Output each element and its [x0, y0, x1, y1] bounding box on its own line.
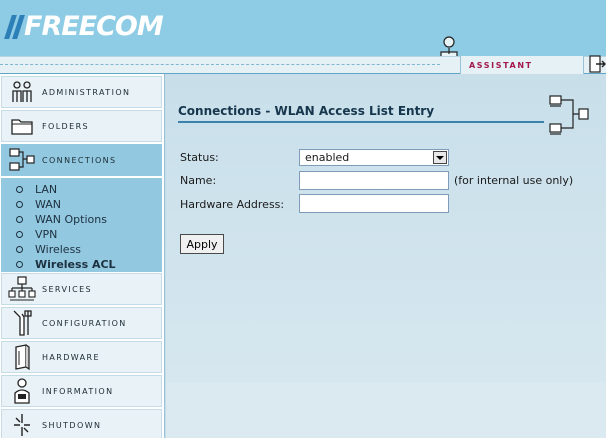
chevron-down-icon[interactable]	[433, 151, 447, 164]
freecom-logo: FREECOM	[4, 12, 164, 42]
sidebar-item-label: FOLDERS	[42, 121, 90, 131]
sidebar-item-label: SERVICES	[42, 284, 93, 294]
subnav-item-wireless-acl[interactable]: Wireless ACL	[33, 257, 116, 272]
assistant-label: ASSISTANT	[469, 60, 533, 70]
sidebar-item-information[interactable]: INFORMATION	[1, 375, 162, 407]
page-title: Connections - WLAN Access List Entry	[178, 104, 435, 118]
sidebar-item-hardware[interactable]: HARDWARE	[1, 341, 162, 373]
sidebar-item-administration[interactable]: ADMINISTRATION	[1, 76, 162, 108]
connections-subnav: LAN WAN WAN Options VPN Wireless Wireles…	[1, 178, 162, 272]
hardware-icon	[2, 342, 42, 372]
sidebar-item-services[interactable]: SERVICES	[1, 273, 162, 305]
sidebar-item-connections[interactable]: CONNECTIONS	[1, 144, 162, 176]
apply-button[interactable]: Apply	[180, 234, 224, 254]
sidebar-item-shutdown[interactable]: SHUTDOWN	[1, 409, 162, 438]
sidebar-item-folders[interactable]: FOLDERS	[1, 110, 162, 142]
assistant-button[interactable]: ASSISTANT	[460, 56, 584, 74]
network-topology-icon	[549, 95, 589, 135]
power-icon	[2, 410, 42, 438]
subnav-item-wan[interactable]: WAN	[33, 197, 61, 212]
info-person-icon	[2, 376, 42, 406]
sidebar-item-label: CONNECTIONS	[42, 155, 117, 165]
tools-icon	[2, 308, 42, 338]
name-input[interactable]	[299, 171, 449, 190]
sidebar-item-label: ADMINISTRATION	[42, 87, 131, 97]
sidebar-item-label: SHUTDOWN	[42, 420, 102, 430]
status-select[interactable]: enabled	[299, 149, 449, 166]
subnav-item-wireless[interactable]: Wireless	[33, 242, 81, 257]
name-label: Name:	[180, 174, 217, 187]
hardware-address-label: Hardware Address:	[180, 198, 285, 211]
sidebar: ADMINISTRATION FOLDERS CONNECTIONS LAN W…	[0, 74, 165, 438]
services-icon	[2, 274, 42, 304]
admin-users-icon	[2, 77, 42, 107]
sidebar-item-label: INFORMATION	[42, 386, 114, 396]
sidebar-item-label: HARDWARE	[42, 352, 100, 362]
header-banner: FREECOM	[0, 0, 606, 56]
sidebar-item-label: CONFIGURATION	[42, 318, 127, 328]
subnav-item-wan-options[interactable]: WAN Options	[33, 212, 107, 227]
content-footer	[166, 382, 606, 438]
logout-icon[interactable]	[588, 54, 606, 74]
network-icon	[2, 145, 42, 175]
subnav-item-vpn[interactable]: VPN	[33, 227, 57, 242]
sidebar-item-configuration[interactable]: CONFIGURATION	[1, 307, 162, 339]
hardware-address-input[interactable]	[299, 194, 449, 213]
name-hint: (for internal use only)	[454, 174, 574, 187]
status-label: Status:	[180, 151, 219, 164]
title-divider	[178, 121, 544, 123]
status-selected-value: enabled	[305, 151, 350, 164]
folder-icon	[2, 111, 42, 141]
subnav-item-lan[interactable]: LAN	[33, 182, 57, 197]
